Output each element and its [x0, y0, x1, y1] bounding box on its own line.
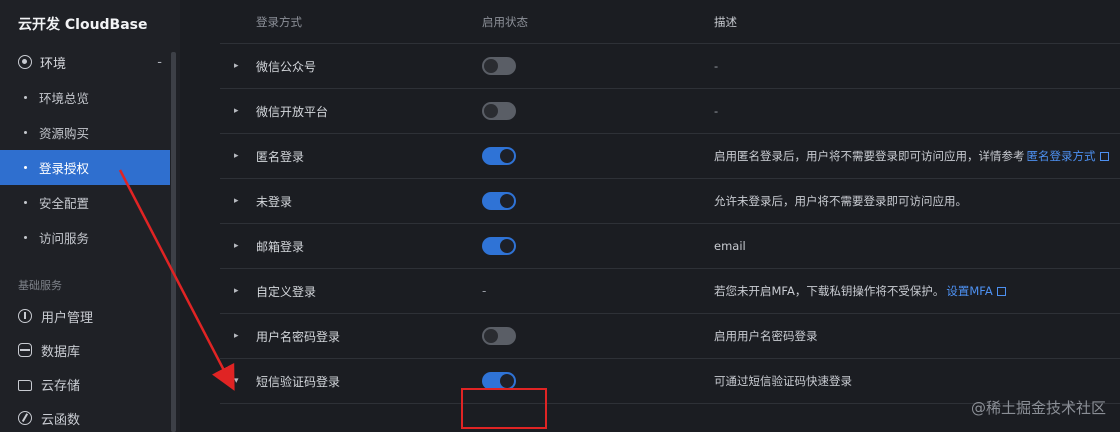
sidebar-item-label: 环境总览: [39, 91, 90, 106]
column-header-description: 描述: [714, 14, 737, 29]
chevron-right-icon[interactable]: ▸: [234, 151, 244, 161]
bullet-icon: [24, 131, 27, 134]
sidebar-item-cloud-storage[interactable]: 云存储: [0, 367, 180, 401]
login-methods-panel: 登录方式 启用状态 描述 ▸ 微信公众号 - ▸ 微信开放平台 - ▸ 匿名登录 启用…: [220, 0, 1120, 432]
watermark: @稀土掘金技术社区: [970, 399, 1106, 417]
sidebar-item-database[interactable]: 数据库: [0, 333, 180, 367]
env-menu-label: 环境: [40, 56, 67, 72]
enable-toggle[interactable]: [482, 192, 516, 210]
method-name: 微信公众号: [256, 59, 317, 74]
status-placeholder: -: [482, 284, 487, 298]
enable-toggle[interactable]: [482, 57, 516, 75]
env-menu-header[interactable]: 环境 -: [0, 44, 180, 80]
sidebar-item-label: 云函数: [41, 412, 81, 428]
column-header-status: 启用状态: [482, 14, 528, 29]
bullet-icon: [24, 96, 27, 99]
method-description: 可通过短信验证码快速登录: [714, 374, 852, 388]
enable-toggle[interactable]: [482, 237, 516, 255]
method-description: -: [714, 104, 719, 118]
sidebar-item-cloud-function[interactable]: 云函数: [0, 401, 180, 432]
chevron-down-icon[interactable]: ▾: [234, 376, 244, 386]
sidebar-item-security-config[interactable]: 安全配置: [0, 185, 180, 220]
user-icon: [18, 309, 32, 323]
method-description: 允许未登录后，用户将不需要登录即可访问应用。: [714, 194, 967, 208]
sidebar-item-user-management[interactable]: 用户管理: [0, 299, 180, 333]
method-name: 用户名密码登录: [256, 329, 341, 344]
mfa-settings-link[interactable]: 设置MFA: [946, 283, 992, 299]
enable-toggle[interactable]: [482, 147, 516, 165]
sidebar-item-label: 资源购买: [39, 126, 90, 141]
method-description: 若您未开启MFA，下载私钥操作将不受保护。: [714, 284, 945, 298]
sidebar-item-label: 用户管理: [41, 310, 94, 326]
method-description: 启用匿名登录后，用户将不需要登录即可访问应用，详情参考: [714, 149, 1025, 163]
table-row: ▸ 匿名登录 启用匿名登录后，用户将不需要登录即可访问应用，详情参考 匿名登录方式: [220, 134, 1120, 179]
method-description: -: [714, 59, 719, 73]
enable-toggle[interactable]: [482, 102, 516, 120]
login-methods-table: 登录方式 启用状态 描述 ▸ 微信公众号 - ▸ 微信开放平台 - ▸ 匿名登录 启用…: [220, 0, 1120, 404]
method-name: 自定义登录: [256, 284, 317, 299]
sidebar-item-label: 安全配置: [39, 196, 90, 211]
bullet-icon: [24, 236, 27, 239]
sidebar: 云开发 CloudBase 环境 - 环境总览 资源购买 登录授权 安全配置 访…: [0, 0, 180, 432]
anonymous-login-doc-link[interactable]: 匿名登录方式: [1027, 148, 1096, 164]
bullet-icon: [24, 166, 27, 169]
chevron-right-icon[interactable]: ▸: [234, 331, 244, 341]
enable-toggle[interactable]: [482, 327, 516, 345]
folder-icon: [18, 379, 32, 391]
bullet-icon: [24, 201, 27, 204]
table-row: ▸ 微信开放平台 -: [220, 89, 1120, 134]
app-brand: 云开发 CloudBase: [18, 17, 148, 33]
method-name: 微信开放平台: [256, 104, 329, 119]
sidebar-item-label: 云存储: [41, 378, 81, 394]
table-row: ▸ 用户名密码登录 启用用户名密码登录: [220, 314, 1120, 359]
method-description: 启用用户名密码登录: [714, 329, 818, 343]
sidebar-item-resource-purchase[interactable]: 资源购买: [0, 115, 180, 150]
method-description: email: [714, 239, 746, 253]
table-header: 登录方式 启用状态 描述: [220, 0, 1120, 44]
method-name: 匿名登录: [256, 149, 305, 164]
table-row: ▸ 自定义登录 - 若您未开启MFA，下载私钥操作将不受保护。 设置MFA: [220, 269, 1120, 314]
table-row: ▸ 邮箱登录 email: [220, 224, 1120, 269]
sidebar-item-env-overview[interactable]: 环境总览: [0, 80, 180, 115]
chevron-right-icon[interactable]: ▸: [234, 241, 244, 251]
function-icon: [18, 411, 32, 425]
highlight-box: [461, 388, 547, 429]
method-name: 未登录: [256, 194, 293, 209]
column-header-method: 登录方式: [256, 14, 302, 29]
sidebar-item-login-auth[interactable]: 登录授权: [0, 150, 170, 185]
method-name: 邮箱登录: [256, 239, 305, 254]
table-row: ▸ 微信公众号 -: [220, 44, 1120, 89]
chevron-right-icon[interactable]: ▸: [234, 286, 244, 296]
method-name: 短信验证码登录: [256, 374, 341, 389]
sidebar-section-title: 基础服务: [18, 279, 62, 292]
collapse-icon[interactable]: -: [157, 55, 162, 70]
chevron-right-icon[interactable]: ▸: [234, 106, 244, 116]
sidebar-item-label: 访问服务: [39, 231, 90, 246]
environment-icon: [18, 55, 32, 69]
sidebar-item-label: 数据库: [41, 344, 81, 360]
chevron-right-icon[interactable]: ▸: [234, 61, 244, 71]
table-row: ▸ 未登录 允许未登录后，用户将不需要登录即可访问应用。: [220, 179, 1120, 224]
external-link-icon[interactable]: [1099, 151, 1109, 161]
chevron-right-icon[interactable]: ▸: [234, 196, 244, 206]
sidebar-item-access-service[interactable]: 访问服务: [0, 220, 180, 255]
external-link-icon[interactable]: [996, 286, 1006, 296]
database-icon: [18, 343, 32, 357]
sidebar-item-label: 登录授权: [39, 161, 90, 176]
